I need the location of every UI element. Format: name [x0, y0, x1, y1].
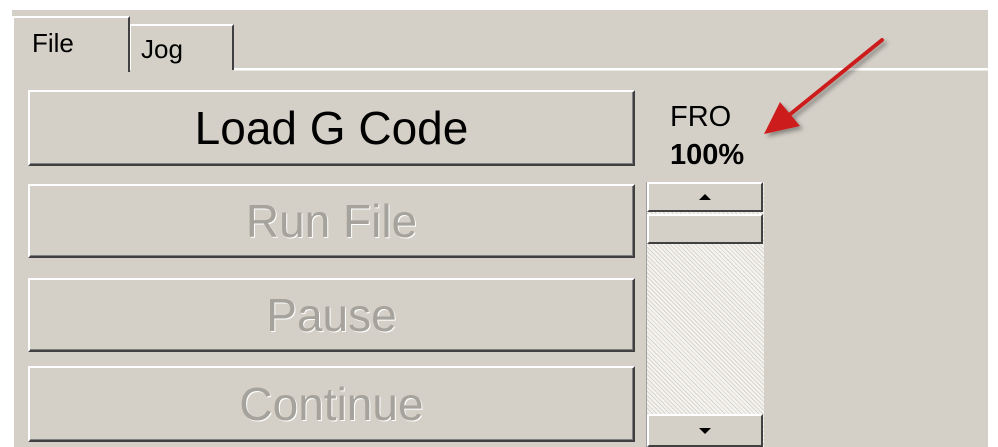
fro-scrollbar[interactable] [646, 182, 764, 447]
load-gcode-button[interactable]: Load G Code [28, 90, 635, 166]
scrollbar-thumb[interactable] [647, 214, 763, 244]
load-gcode-label: Load G Code [194, 102, 469, 154]
arrow-up-icon [699, 194, 711, 200]
tab-file-label: File [32, 28, 74, 58]
tab-panel-left-border [12, 70, 14, 447]
scroll-down-button[interactable] [647, 414, 763, 447]
app-window: File Jog Load G Code Run File Pause Cont… [0, 0, 998, 447]
tab-file[interactable]: File [12, 16, 130, 72]
right-margin [988, 0, 998, 447]
pause-button[interactable]: Pause [28, 278, 635, 352]
left-margin [0, 0, 12, 447]
arrow-down-icon [699, 427, 711, 434]
continue-label: Continue [239, 378, 424, 430]
continue-button[interactable]: Continue [28, 366, 635, 442]
scroll-up-button[interactable] [647, 182, 763, 212]
run-file-label: Run File [245, 195, 418, 247]
run-file-button[interactable]: Run File [28, 184, 635, 258]
fro-value: 100% [670, 139, 745, 171]
pause-label: Pause [266, 289, 397, 341]
annotation-arrow-icon [764, 38, 884, 134]
fro-label: FRO [670, 101, 732, 133]
tab-jog[interactable]: Jog [130, 24, 234, 70]
top-margin [0, 0, 998, 10]
tab-jog-label: Jog [141, 34, 183, 64]
